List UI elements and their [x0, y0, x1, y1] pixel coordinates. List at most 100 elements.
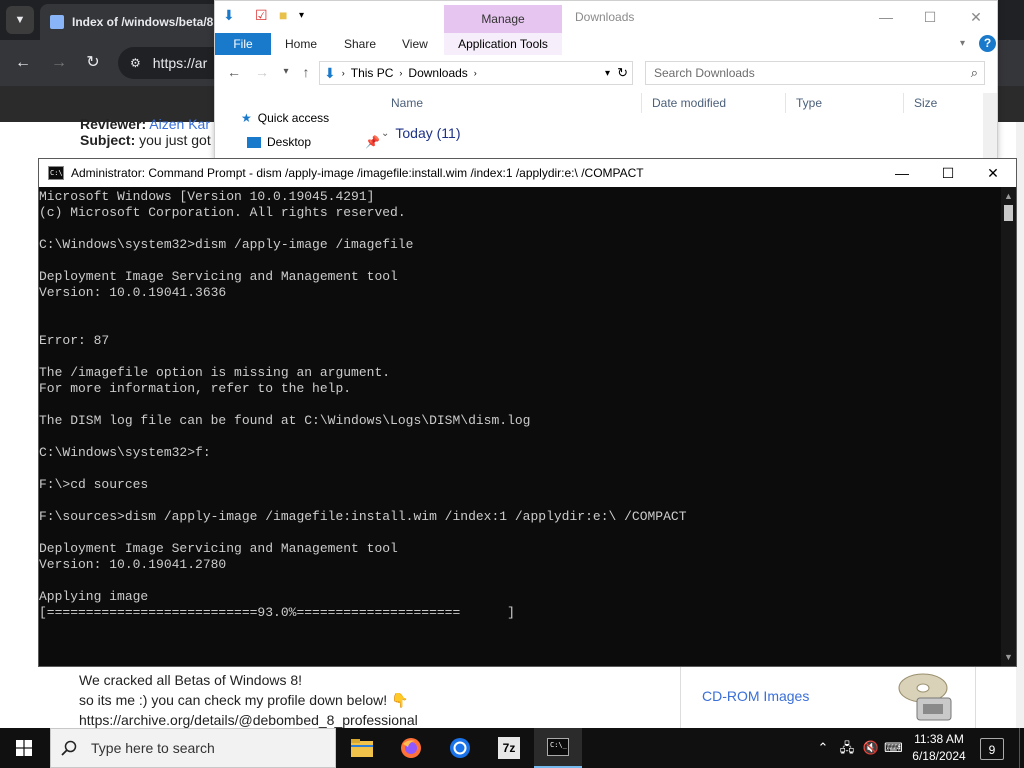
- search-icon[interactable]: ⌕: [971, 65, 978, 81]
- downloads-folder-icon: ⬇: [324, 64, 336, 81]
- search-placeholder: Search Downloads: [654, 66, 755, 80]
- taskbar-file-explorer[interactable]: [338, 728, 386, 768]
- tab-share[interactable]: Share: [344, 33, 376, 55]
- command-prompt-window: C:\ Administrator: Command Prompt - dism…: [38, 158, 1017, 667]
- properties-icon[interactable]: ☑: [255, 7, 268, 27]
- cmd-close-icon[interactable]: ✕: [970, 159, 1016, 187]
- refresh-icon[interactable]: ↻: [617, 65, 628, 81]
- show-desktop-button[interactable]: [1019, 728, 1024, 768]
- start-button[interactable]: [0, 728, 48, 768]
- file-group-today[interactable]: ⌄ Today (11): [381, 125, 461, 141]
- cmd-app-icon[interactable]: C:\: [48, 166, 64, 180]
- up-folder-icon[interactable]: ↑: [297, 63, 315, 81]
- tab-application-tools[interactable]: Application Tools: [444, 33, 562, 55]
- ribbon-expand-chevron-icon[interactable]: ▾: [960, 33, 965, 55]
- breadcrumb-separator-icon[interactable]: ›: [474, 68, 477, 78]
- explorer-minimize-icon[interactable]: —: [871, 6, 901, 28]
- explorer-back-icon[interactable]: ←: [225, 63, 243, 81]
- explorer-title-bar: ⬇ ☑ ■ ▾ Manage Downloads — ☐ ✕: [215, 1, 997, 33]
- browser-scrollbar[interactable]: [1016, 122, 1024, 728]
- column-type[interactable]: Type: [785, 93, 903, 113]
- explorer-maximize-icon[interactable]: ☐: [915, 6, 945, 28]
- site-info-icon[interactable]: ⚙: [130, 56, 141, 70]
- taskbar-7zip[interactable]: 7z: [485, 728, 533, 768]
- taskbar-search-placeholder: Type here to search: [91, 740, 215, 756]
- column-date-modified[interactable]: Date modified: [641, 93, 785, 113]
- desktop-icon: [247, 136, 261, 148]
- reviewer-name-link[interactable]: Aizen Kar: [149, 116, 210, 132]
- pin-icon[interactable]: 📌: [365, 135, 380, 149]
- taskbar-clock[interactable]: 11:38 AM 6/18/2024: [906, 731, 972, 765]
- star-icon: ★: [241, 111, 252, 125]
- scroll-down-icon[interactable]: ▼: [1001, 650, 1016, 664]
- cmd-scrollbar[interactable]: ▲ ▼: [1001, 187, 1016, 666]
- column-size[interactable]: Size: [903, 93, 983, 113]
- breadcrumb-separator-icon[interactable]: ›: [342, 68, 345, 78]
- console-line: Applying image: [39, 589, 149, 604]
- column-name[interactable]: Name: [381, 93, 641, 113]
- breadcrumb-this-pc[interactable]: This PC: [351, 66, 394, 80]
- subject-label: Subject:: [80, 132, 136, 148]
- tab-file[interactable]: File: [215, 33, 271, 55]
- breadcrumb-downloads[interactable]: Downloads: [408, 66, 467, 80]
- show-hidden-icons-chevron-icon[interactable]: ⌃: [816, 739, 830, 757]
- reviewer-label: Reviewer:: [80, 116, 147, 132]
- cmd-console-output[interactable]: Microsoft Windows [Version 10.0.19045.42…: [39, 187, 1001, 666]
- cmd-maximize-icon[interactable]: ☐: [925, 159, 971, 187]
- explorer-address-bar[interactable]: ⬇ › This PC › Downloads › ▾ ↻: [319, 61, 633, 85]
- volume-muted-icon[interactable]: 🔇: [862, 739, 880, 757]
- taskbar: Type here to search 7z C:\_ ⌃ 🖧 🔇 ⌨ 11:3…: [0, 728, 1024, 768]
- nav-item-desktop[interactable]: Desktop 📌: [247, 135, 380, 149]
- cdrom-thumbnail-icon[interactable]: [895, 668, 955, 724]
- explorer-forward-icon[interactable]: →: [253, 63, 271, 81]
- group-collapse-chevron-icon[interactable]: ⌄: [381, 128, 389, 139]
- chrome-icon: [450, 738, 470, 758]
- quick-access-download-icon[interactable]: ⬇: [223, 7, 235, 27]
- breadcrumb-separator-icon[interactable]: ›: [399, 68, 402, 78]
- tab-search-chevron-icon[interactable]: ▼: [6, 6, 34, 34]
- profile-link[interactable]: https://archive.org/details/@debombed_8_…: [79, 712, 418, 728]
- network-icon[interactable]: 🖧: [838, 739, 856, 757]
- browser-forward-icon[interactable]: →: [48, 52, 70, 74]
- taskbar-firefox[interactable]: [387, 728, 435, 768]
- customize-toolbar-chevron-icon[interactable]: ▾: [299, 10, 304, 30]
- navigation-pane: ★ Quick access Desktop 📌: [215, 87, 381, 159]
- explorer-scrollbar[interactable]: [983, 93, 997, 159]
- scroll-up-icon[interactable]: ▲: [1001, 189, 1016, 203]
- browser-reload-icon[interactable]: ↻: [82, 52, 104, 74]
- cdrom-images-link[interactable]: CD-ROM Images: [702, 688, 809, 704]
- folder-icon: [351, 739, 373, 757]
- cmd-window-title: Administrator: Command Prompt - dism /ap…: [71, 166, 644, 180]
- clock-time: 11:38 AM: [914, 732, 964, 746]
- taskbar-search-box[interactable]: Type here to search: [50, 728, 336, 768]
- review-reviewer: Reviewer: Aizen Kar: [80, 116, 210, 132]
- tab-home[interactable]: Home: [285, 33, 317, 55]
- cmd-minimize-icon[interactable]: —: [879, 159, 925, 187]
- explorer-close-icon[interactable]: ✕: [961, 6, 991, 28]
- address-dropdown-chevron-icon[interactable]: ▾: [605, 68, 610, 79]
- post-line-2: so its me :) you can check my profile do…: [79, 692, 408, 709]
- clock-date: 6/18/2024: [912, 749, 966, 763]
- nav-item-quick-access[interactable]: ★ Quick access: [241, 111, 329, 125]
- browser-tab-active[interactable]: Index of /windows/beta/8: [40, 4, 240, 40]
- explorer-search-input[interactable]: Search Downloads ⌕: [645, 61, 985, 85]
- browser-back-icon[interactable]: ←: [12, 52, 34, 74]
- pointing-down-icon: 👇: [391, 692, 409, 708]
- review-subject: Subject: you just got: [80, 132, 211, 148]
- notification-center-button[interactable]: 9: [980, 738, 1004, 760]
- keyboard-icon[interactable]: ⌨: [884, 739, 903, 757]
- console-line: The /imagefile option is missing an argu…: [39, 365, 391, 380]
- tab-view[interactable]: View: [402, 33, 428, 55]
- tab-manage[interactable]: Manage: [444, 5, 562, 33]
- cmd-scroll-thumb[interactable]: [1004, 205, 1013, 221]
- help-icon[interactable]: ?: [979, 35, 996, 52]
- recent-locations-chevron-icon[interactable]: ▾: [277, 63, 295, 81]
- taskbar-command-prompt[interactable]: C:\_: [534, 728, 582, 768]
- new-folder-icon[interactable]: ■: [279, 7, 287, 27]
- taskbar-chrome[interactable]: [436, 728, 484, 768]
- cmd-taskbar-icon: C:\_: [547, 738, 569, 756]
